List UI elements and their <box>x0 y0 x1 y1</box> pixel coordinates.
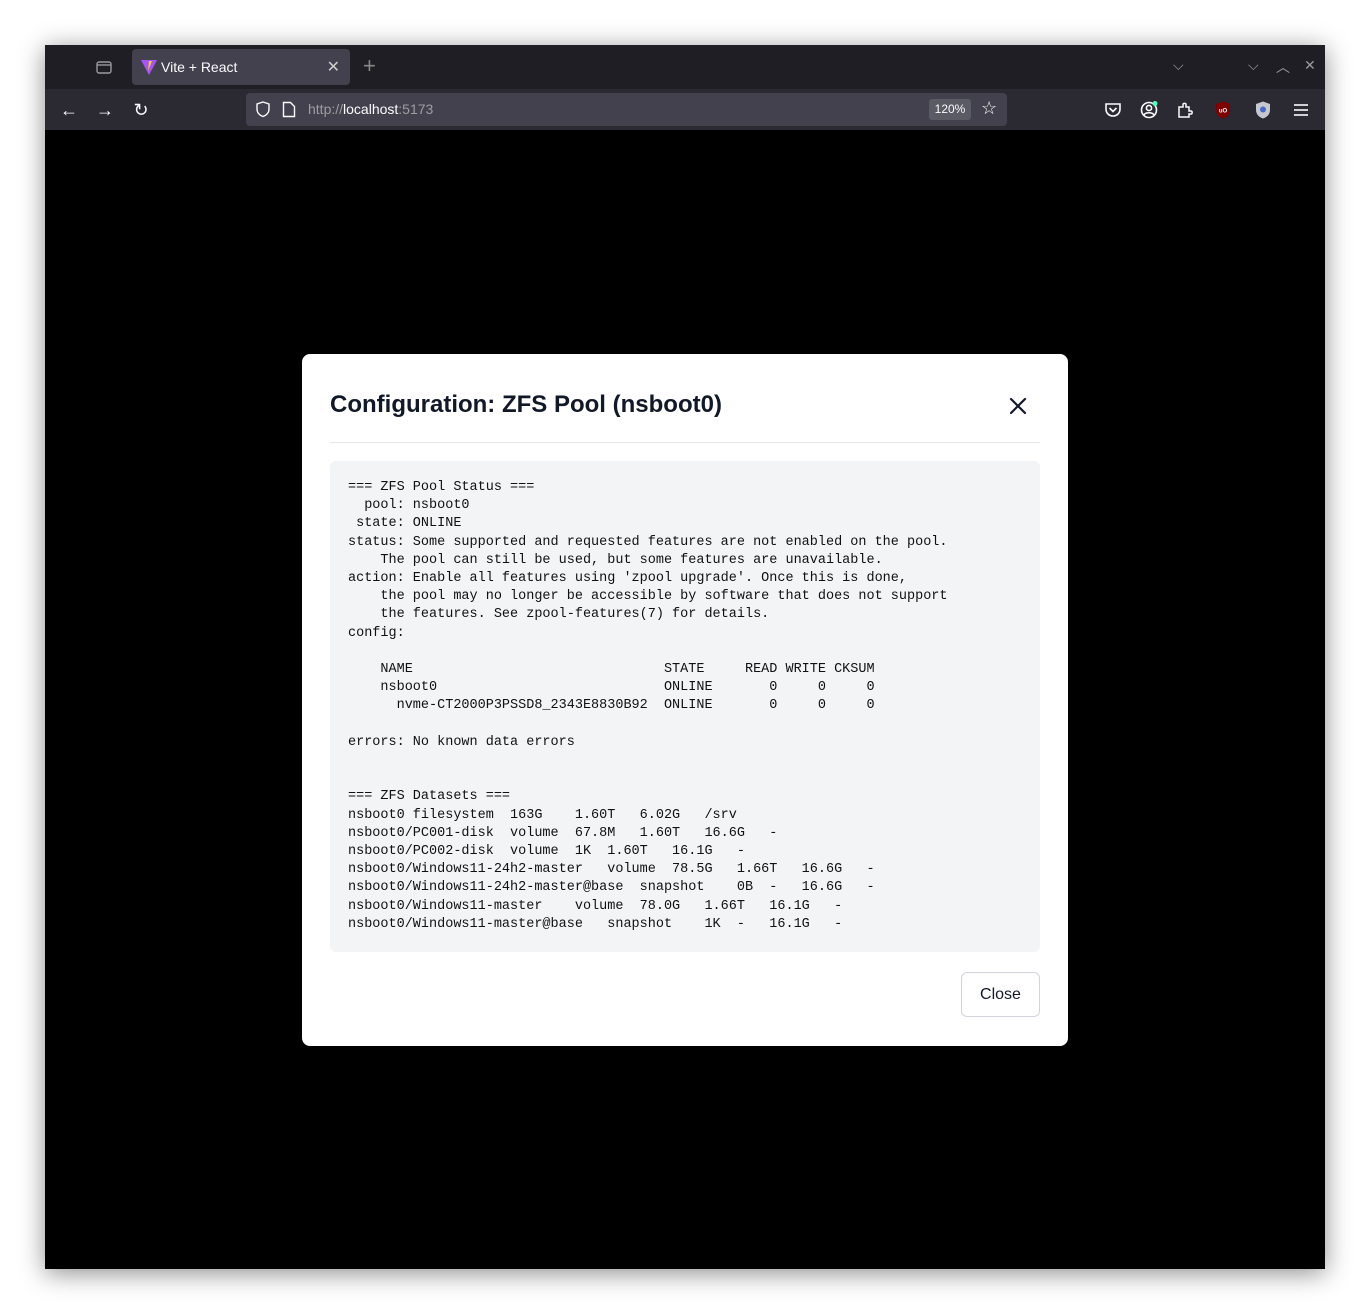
tab-overview-icon[interactable] <box>95 58 113 76</box>
navigation-bar: ← → ↻ http://localhost:5173 120% ☆ uO <box>45 89 1325 130</box>
reload-icon[interactable]: ↻ <box>129 98 153 122</box>
tab-bar: Vite + React ✕ + ⌵ ⌵ ︿ ✕ <box>45 45 1325 89</box>
config-dialog: Configuration: ZFS Pool (nsboot0) === ZF… <box>302 354 1068 1046</box>
close-icon[interactable] <box>1006 394 1030 418</box>
account-icon[interactable] <box>1139 100 1159 120</box>
menu-icon[interactable] <box>1291 100 1311 120</box>
pocket-icon[interactable] <box>1103 100 1123 120</box>
extensions-icon[interactable] <box>1175 100 1195 120</box>
url-scheme: http:// <box>308 101 344 117</box>
svg-text:uO: uO <box>1219 109 1228 115</box>
url-port: :5173 <box>398 101 434 117</box>
zoom-badge[interactable]: 120% <box>929 99 971 120</box>
page-icon[interactable] <box>282 101 296 118</box>
list-all-tabs-icon[interactable]: ⌵ <box>1173 57 1184 74</box>
new-tab-icon[interactable]: + <box>363 55 376 77</box>
back-icon[interactable]: ← <box>57 98 81 122</box>
page-backdrop[interactable]: Configuration: ZFS Pool (nsboot0) === ZF… <box>45 130 1325 1269</box>
shield-icon[interactable] <box>254 100 272 118</box>
dialog-title: Configuration: ZFS Pool (nsboot0) <box>330 391 722 418</box>
tab-vite-react[interactable]: Vite + React ✕ <box>132 49 350 85</box>
config-output-text: === ZFS Pool Status === pool: nsboot0 st… <box>348 480 948 932</box>
url-text[interactable]: http://localhost:5173 <box>308 101 433 117</box>
browser-window: Vite + React ✕ + ⌵ ⌵ ︿ ✕ ← → ↻ http://lo… <box>45 45 1325 1269</box>
tab-title: Vite + React <box>161 59 238 75</box>
dialog-header: Configuration: ZFS Pool (nsboot0) <box>330 354 1040 443</box>
forward-icon[interactable]: → <box>93 98 117 122</box>
vite-logo-icon <box>141 60 157 75</box>
config-output: === ZFS Pool Status === pool: nsboot0 st… <box>330 461 1040 952</box>
tab-close-icon[interactable]: ✕ <box>327 57 340 77</box>
url-host: localhost <box>343 101 399 117</box>
ublock-origin-icon[interactable]: uO <box>1213 100 1233 120</box>
bookmark-star-icon[interactable]: ☆ <box>981 98 997 119</box>
url-bar[interactable]: http://localhost:5173 120% ☆ <box>246 93 1007 126</box>
maximize-icon[interactable]: ︿ <box>1276 57 1290 77</box>
close-button[interactable]: Close <box>961 972 1040 1017</box>
privacy-badger-icon[interactable] <box>1253 100 1273 120</box>
minimize-icon[interactable]: ⌵ <box>1248 57 1259 74</box>
window-close-icon[interactable]: ✕ <box>1304 57 1316 74</box>
